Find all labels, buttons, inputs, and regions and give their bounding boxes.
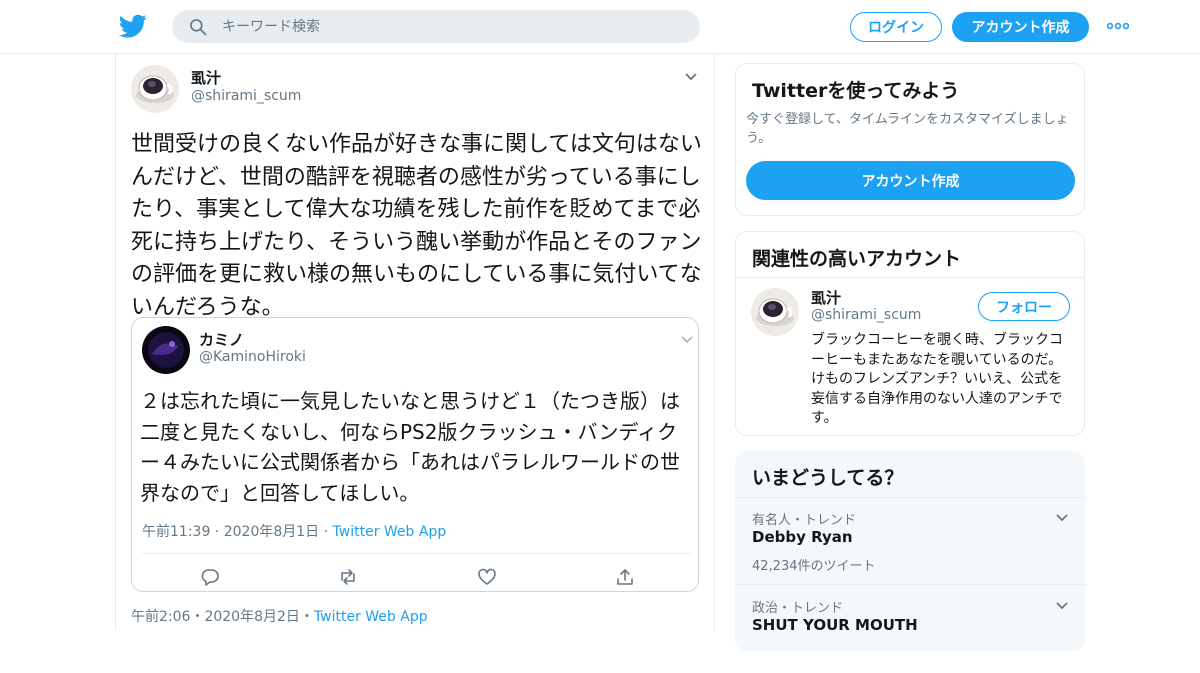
like-heart-icon[interactable] (477, 567, 497, 587)
avatar-image (131, 65, 179, 113)
signup-button[interactable]: アカウント作成 (952, 12, 1089, 42)
search-icon (190, 19, 207, 36)
related-account-avatar[interactable] (751, 288, 799, 336)
chevron-down-icon[interactable] (1055, 510, 1069, 524)
avatar[interactable] (131, 65, 179, 113)
signup-card-description: 今すぐ登録して、タイムラインをカスタマイズしましょう。 (746, 112, 1069, 146)
signup-card-title: Twitterを使ってみよう (752, 80, 960, 102)
divider (142, 553, 692, 554)
meta-separator: ・ (299, 609, 314, 625)
tweet-time[interactable]: 午前2:06 (131, 609, 190, 625)
chevron-down-icon[interactable] (684, 69, 698, 83)
tweet-client-link[interactable]: Twitter Web App (314, 609, 428, 625)
tweet-timestamp: 午前2:06・2020年8月2日・Twitter Web App (131, 606, 428, 626)
divider (736, 277, 1084, 278)
tweet-date[interactable]: 2020年8月2日 (204, 609, 299, 625)
chevron-down-icon[interactable] (1055, 598, 1069, 612)
related-accounts-title: 関連性の高いアカウント (752, 248, 962, 270)
trend-name[interactable]: SHUT YOUR MOUTH (752, 616, 918, 634)
meta-separator: · (319, 524, 333, 540)
trend-name[interactable]: Debby Ryan (752, 528, 853, 546)
follow-button[interactable]: フォロー (978, 292, 1070, 321)
chevron-down-icon[interactable] (680, 332, 694, 346)
trend-tweet-count: 42,234件のツイート (752, 559, 876, 574)
search-input[interactable] (222, 10, 682, 43)
search-bar[interactable] (172, 10, 700, 43)
trend-item[interactable]: 有名人・トレンド Debby Ryan 42,234件のツイート (736, 497, 1086, 585)
quoted-client-link[interactable]: Twitter Web App (333, 524, 447, 540)
related-account-bio: ブラックコーヒーを覗く時、ブラックコーヒーもまたあなたを覗いているのだ。 けもの… (811, 332, 1063, 426)
related-account-handle[interactable]: @shirami_scum (811, 307, 921, 323)
trends-title: いまどうしてる？ (752, 467, 904, 489)
top-navigation-bar: ログイン アカウント作成 (0, 0, 1200, 54)
quoted-handle[interactable]: @KaminoHiroki (199, 349, 306, 365)
signup-card-button[interactable]: アカウント作成 (746, 161, 1075, 200)
trend-category: 政治・トレンド (752, 601, 844, 616)
related-accounts-card: 関連性の高いアカウント 虱汁 @shirami_scum フォロー ブラックコー… (735, 231, 1085, 436)
retweet-icon[interactable] (338, 567, 358, 587)
login-button[interactable]: ログイン (850, 12, 942, 42)
author-display-name[interactable]: 虱汁 (191, 67, 221, 88)
quoted-text: ２は忘れた頃に一気見したいなと思うけど１（たつき版）は二度と見たくないし、何なら… (140, 389, 680, 505)
quoted-time[interactable]: 午前11:39 (142, 524, 210, 540)
quoted-tweet[interactable]: カミノ @KaminoHiroki ２は忘れた頃に一気見したいなと思うけど１（た… (131, 317, 699, 592)
tweet-text: 世間受けの良くない作品が好きな事に関しては文句はないんだけど、世間の酷評を視聴者… (131, 132, 702, 320)
trend-item[interactable]: 政治・トレンド SHUT YOUR MOUTH (736, 585, 1086, 673)
twitter-bird-icon[interactable] (119, 12, 147, 40)
author-handle[interactable]: @shirami_scum (191, 88, 301, 104)
reply-icon[interactable] (200, 567, 220, 587)
trends-card: いまどうしてる？ 有名人・トレンド Debby Ryan 42,234件のツイー… (735, 451, 1086, 651)
meta-separator: · (210, 524, 224, 540)
quoted-avatar[interactable] (142, 326, 190, 374)
more-options-icon[interactable] (1107, 22, 1129, 30)
quoted-date[interactable]: 2020年8月1日 (224, 524, 319, 540)
avatar-image (142, 326, 190, 374)
trend-category: 有名人・トレンド (752, 513, 857, 528)
signup-card: Twitterを使ってみよう 今すぐ登録して、タイムラインをカスタマイズしましょ… (735, 63, 1085, 216)
quoted-timestamp: 午前11:39 · 2020年8月1日 · Twitter Web App (142, 521, 446, 541)
tweet-detail: 虱汁 @shirami_scum 世間受けの良くない作品が好きな事に関しては文句… (115, 54, 715, 630)
quoted-display-name[interactable]: カミノ (199, 329, 244, 350)
avatar-image (751, 288, 799, 336)
share-icon[interactable] (615, 567, 635, 587)
related-account-name[interactable]: 虱汁 (811, 287, 841, 308)
meta-separator: ・ (190, 609, 205, 625)
